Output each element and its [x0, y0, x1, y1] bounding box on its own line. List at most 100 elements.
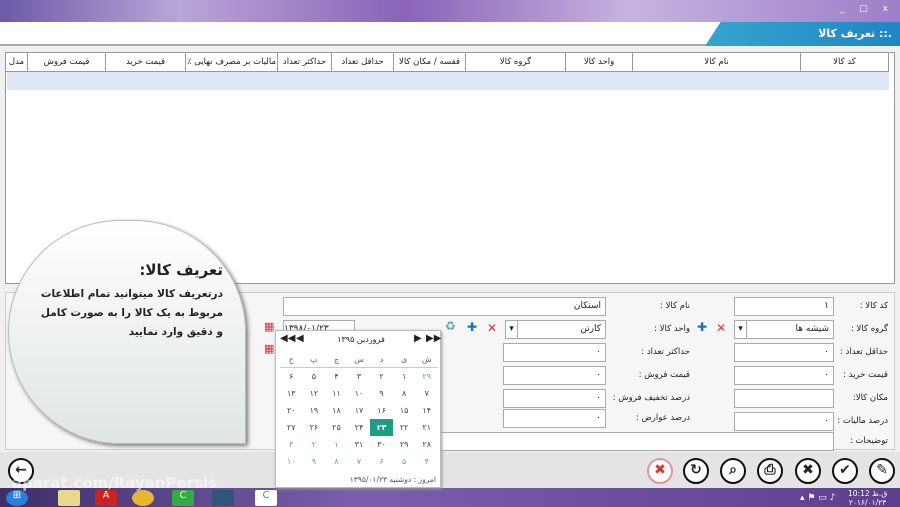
unit-add-icon[interactable]: ✚	[467, 320, 477, 334]
buy-price-field[interactable]: ۰	[734, 366, 834, 385]
app-icon[interactable]	[212, 490, 234, 506]
calendar-day[interactable]: ۱۷	[348, 402, 371, 419]
prev-month-button[interactable]: ◀	[296, 333, 304, 344]
calendar-day[interactable]: ۶	[280, 368, 303, 385]
calendar-day[interactable]: ۴	[325, 368, 348, 385]
col-buy-price[interactable]: قیمت خرید	[106, 53, 186, 72]
code-field[interactable]: ۱	[734, 297, 834, 316]
name-field[interactable]: استکان	[283, 297, 606, 316]
duty-field[interactable]: ۰	[503, 409, 606, 428]
discount-field[interactable]: ۰	[503, 389, 606, 408]
calendar-day[interactable]: ۹	[303, 453, 326, 470]
calendar-day[interactable]: ۲۱	[415, 419, 438, 436]
sell-label: قیمت فروش :	[638, 370, 690, 380]
calendar-day[interactable]: ۲	[370, 368, 393, 385]
calendar-day[interactable]: ۸	[393, 385, 416, 402]
calendar-day[interactable]: ۳۱	[348, 436, 371, 453]
calendar-day[interactable]: ۳۰	[370, 436, 393, 453]
calendar-day[interactable]: ۲۹	[393, 436, 416, 453]
calendar-day[interactable]: ۳	[280, 436, 303, 453]
col-tax[interactable]: ٪ مالیات بر مصرف نهایی	[186, 53, 278, 72]
place-field[interactable]	[734, 389, 834, 408]
calendar-day[interactable]: ۲	[303, 436, 326, 453]
table-row[interactable]	[7, 72, 889, 90]
calendar-day[interactable]: ۱۰	[280, 453, 303, 470]
notepad-icon[interactable]	[58, 490, 80, 506]
calendar-day[interactable]: ۱۱	[325, 385, 348, 402]
start-icon[interactable]: ⊞	[6, 490, 28, 506]
calendar-icon-2[interactable]: ▦	[264, 342, 274, 355]
calendar-day[interactable]: ۳	[348, 368, 371, 385]
calendar-day[interactable]: ۲۸	[415, 436, 438, 453]
calendar-day[interactable]: ۱۵	[393, 402, 416, 419]
calendar-day[interactable]: ۲۰	[280, 402, 303, 419]
calendar-day[interactable]: ۱۳	[280, 385, 303, 402]
col-shelf[interactable]: قفسه / مکان کالا	[394, 53, 466, 72]
desc-field[interactable]	[440, 432, 834, 451]
calendar-day[interactable]: ۶	[370, 453, 393, 470]
calendar-day[interactable]: ۲۷	[280, 419, 303, 436]
unit-delete-icon[interactable]: ✕	[487, 321, 497, 335]
col-model[interactable]: مدل	[6, 53, 28, 72]
unit-dropdown-icon[interactable]: ▾	[505, 320, 518, 339]
delete-button[interactable]: ✖	[647, 458, 673, 484]
refresh-icon[interactable]: ♻	[445, 319, 456, 333]
calendar-day[interactable]: ۷	[348, 453, 371, 470]
search-button[interactable]: ⌕	[720, 458, 746, 484]
calendar-day[interactable]: ۱۹	[303, 402, 326, 419]
calendar-day[interactable]: ۹	[370, 385, 393, 402]
tray-icons[interactable]: ▴ ⚑ ▭ ♪	[800, 493, 835, 503]
col-name[interactable]: نام کالا	[633, 53, 801, 72]
calendar-day[interactable]: ۱۴	[415, 402, 438, 419]
calendar-day[interactable]: ۲۶	[303, 419, 326, 436]
calendar-day[interactable]: ۵	[393, 453, 416, 470]
refresh-button[interactable]: ↻	[683, 458, 709, 484]
sell-price-field[interactable]: ۰	[503, 366, 606, 385]
col-min[interactable]: حداقل تعداد	[332, 53, 394, 72]
tax-field[interactable]: ۰	[734, 412, 834, 431]
selected-day[interactable]: ۲۳	[370, 419, 393, 436]
calendar-day[interactable]: ۱	[393, 368, 416, 385]
col-code[interactable]: کد کالا	[801, 53, 889, 72]
window-controls[interactable]: _ ▢ x	[840, 4, 894, 14]
col-max[interactable]: حداکثر تعداد	[278, 53, 332, 72]
col-sell-price[interactable]: قیمت فروش	[28, 53, 106, 72]
col-group[interactable]: گروه کالا	[466, 53, 566, 72]
calendar-day[interactable]: ۱۶	[370, 402, 393, 419]
next-year-button[interactable]: ▶▶	[426, 333, 441, 344]
chrome-icon[interactable]	[132, 490, 154, 506]
clock[interactable]: 10:12 ق.ظ ۲۰۱۶/۰۱/۲۳	[848, 489, 887, 507]
print-button[interactable]: ⎙	[757, 458, 783, 484]
cancel-button[interactable]: ✖	[795, 458, 821, 484]
unit-select[interactable]: کارتن	[517, 320, 606, 339]
calendar-day[interactable]: ۱	[325, 436, 348, 453]
edit-button[interactable]: ✎	[869, 458, 895, 484]
calendar-day[interactable]: ۲۵	[325, 419, 348, 436]
calendar-icon[interactable]: ▦	[264, 320, 274, 333]
calendar-day[interactable]: ۲۲	[393, 419, 416, 436]
max-field[interactable]: ۰	[503, 343, 606, 362]
prev-year-button[interactable]: ◀◀	[280, 333, 295, 344]
save-button[interactable]: ✔	[832, 458, 858, 484]
group-select[interactable]: شیشه ها	[746, 320, 834, 339]
calendar-day[interactable]: ۷	[415, 385, 438, 402]
camtasia-icon[interactable]: C	[172, 490, 194, 506]
calendar-day[interactable]: ۲۴	[348, 419, 371, 436]
group-dropdown-icon[interactable]: ▾	[734, 320, 747, 339]
calendar-day[interactable]: ۱۸	[325, 402, 348, 419]
next-month-button[interactable]: ▶	[414, 333, 422, 344]
camtasia-recorder-icon[interactable]: C	[255, 490, 277, 506]
min-field[interactable]: ۰	[734, 343, 834, 362]
calendar-day[interactable]: ۸	[325, 453, 348, 470]
col-unit[interactable]: واحد کالا	[566, 53, 633, 72]
group-delete-icon[interactable]: ✕	[716, 321, 726, 335]
calendar-day[interactable]: ۱۰	[348, 385, 371, 402]
pdf-icon[interactable]: A	[95, 490, 117, 506]
date-picker-popup: ◀◀ ◀ فروردین ۱۳۹۵ ▶ ▶▶ ش ی د س چ پ ج ۲۹ ۱ ۲ ۳ ۴ ۵ ۶ ۷ ۸…	[275, 330, 441, 488]
calendar-day[interactable]: ۲۹	[415, 368, 438, 385]
today-label[interactable]: امروز : دوشنبه ۱۳۹۵/۰۱/۲۳	[350, 475, 436, 484]
group-add-icon[interactable]: ✚	[697, 320, 707, 334]
calendar-day[interactable]: ۵	[303, 368, 326, 385]
calendar-day[interactable]: ۴	[415, 453, 438, 470]
calendar-day[interactable]: ۱۲	[303, 385, 326, 402]
